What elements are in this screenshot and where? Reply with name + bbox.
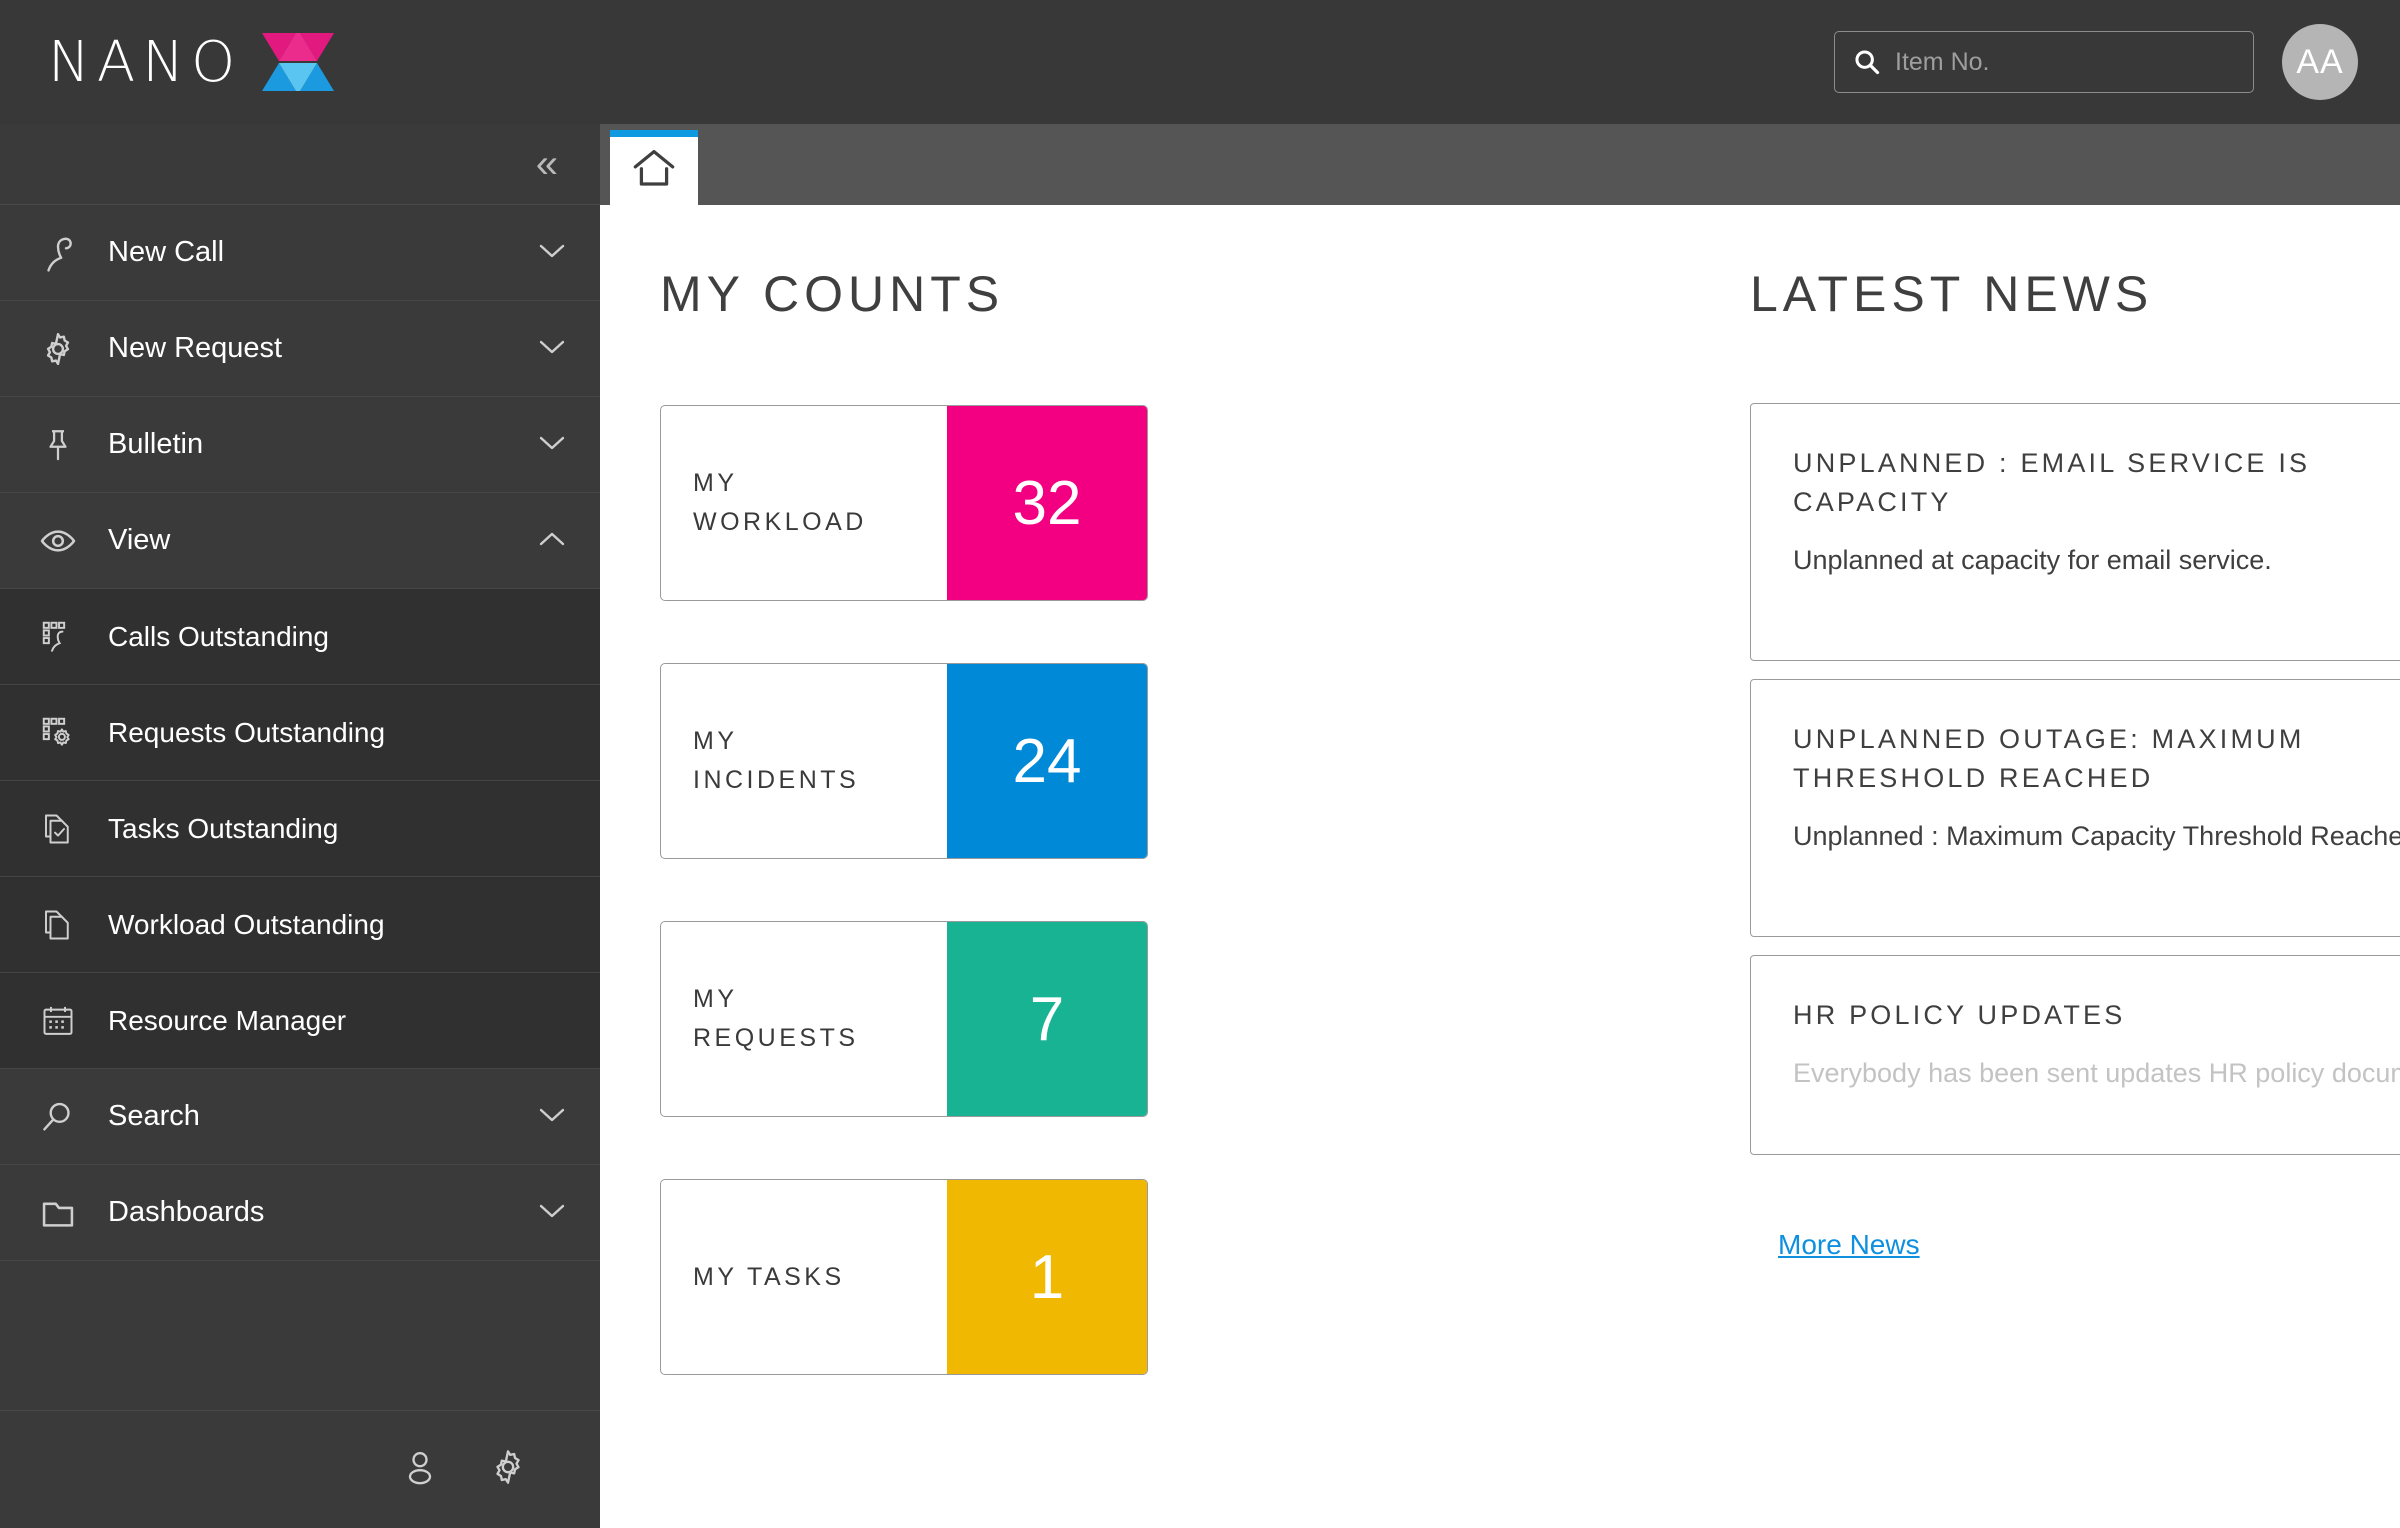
count-tile-value: 1: [947, 1180, 1147, 1374]
count-tile-my-tasks[interactable]: MY TASKS 1: [660, 1179, 1148, 1375]
sidebar-item-label: New Request: [108, 332, 283, 364]
sidebar-item-dashboards[interactable]: Dashboards: [0, 1165, 600, 1261]
more-news-link[interactable]: More News: [1778, 1229, 1920, 1261]
sidebar-item-requests-outstanding[interactable]: Requests Outstanding: [0, 685, 600, 781]
my-counts-list: MY WORKLOAD 32 MY INCIDENTS 24 MY REQUESTS …: [660, 405, 1740, 1375]
task-docs-icon: [30, 811, 86, 847]
sidebar-item-label: Bulletin: [108, 428, 204, 460]
brand-x-mark: [262, 33, 335, 91]
sidebar-item-workload-outstanding[interactable]: Workload Outstanding: [0, 877, 600, 973]
news-title-line: UNPLANNED OUTAGE: MAXIMUM: [1793, 724, 2305, 754]
sidebar-item-label: Calls Outstanding: [108, 620, 330, 652]
chevron-up-icon: [538, 529, 566, 553]
chevron-down-icon: [538, 433, 566, 457]
sidebar-item-resource-manager[interactable]: Resource Manager: [0, 973, 600, 1069]
home-icon: [633, 149, 675, 186]
my-counts-panel: MY COUNTS MY WORKLOAD 32 MY INCIDENTS 24 M…: [660, 265, 1740, 1437]
latest-news-panel: LATEST NEWS UNPLANNED : EMAIL SERVICE IS…: [1750, 265, 2400, 1261]
count-tile-label: MY INCIDENTS: [693, 727, 860, 794]
sidebar-item-label: View: [108, 524, 171, 556]
sidebar-item-new-request[interactable]: New Request: [0, 301, 600, 397]
chevron-down-icon: [538, 1105, 566, 1129]
count-tile-label: MY TASKS: [693, 1262, 845, 1291]
news-card-title: UNPLANNED : EMAIL SERVICE IS CAPACITY: [1793, 444, 2400, 522]
count-tile-label: MY WORKLOAD: [693, 469, 867, 536]
top-bar: NANO AA: [0, 0, 2400, 124]
tab-strip: [600, 124, 2400, 205]
brand-logo[interactable]: NANO: [48, 30, 336, 95]
news-title-line: HR POLICY UPDATES: [1793, 1000, 2126, 1030]
news-title-line: CAPACITY: [1793, 487, 1952, 518]
magnifier-icon: [30, 1098, 86, 1136]
folder-icon: [30, 1194, 86, 1232]
chevron-double-left-icon: «: [535, 142, 558, 186]
news-card-body: Unplanned : Maximum Capacity Threshold R…: [1793, 821, 2400, 852]
news-card-title: HR POLICY UPDATES: [1793, 996, 2400, 1035]
sidebar: « New Call New Request Bulletin View Cal…: [0, 124, 600, 1528]
chevron-down-icon: [538, 241, 566, 265]
sidebar-item-label: Workload Outstanding: [108, 908, 385, 940]
chevron-down-icon: [538, 337, 566, 361]
eye-icon: [30, 521, 86, 561]
sidebar-item-label: Tasks Outstanding: [108, 812, 339, 844]
count-tile-my-workload[interactable]: MY WORKLOAD 32: [660, 405, 1148, 601]
news-card-body: Everybody has been sent updates HR polic…: [1793, 1058, 2400, 1089]
my-counts-title: MY COUNTS: [660, 266, 1005, 322]
brand-name: NANO: [48, 29, 243, 95]
tab-home[interactable]: [610, 130, 698, 205]
calls-grid-icon: [30, 619, 86, 655]
count-tile-label: MY REQUESTS: [693, 985, 859, 1052]
sidebar-item-label: Search: [108, 1100, 200, 1132]
count-tile-value: 24: [947, 664, 1147, 858]
gear-icon[interactable]: [488, 1447, 528, 1492]
sidebar-collapse-button[interactable]: «: [0, 124, 600, 205]
sidebar-item-search[interactable]: Search: [0, 1069, 600, 1165]
avatar[interactable]: AA: [2282, 24, 2358, 100]
app-root: NANO AA «: [0, 0, 2400, 1528]
sidebar-item-label: Resource Manager: [108, 1004, 347, 1036]
sidebar-footer: [0, 1410, 600, 1528]
news-card[interactable]: UNPLANNED OUTAGE: MAXIMUM THRESHOLD REAC…: [1750, 679, 2400, 937]
docs-icon: [30, 907, 86, 943]
sidebar-item-label: New Call: [108, 236, 225, 268]
pin-icon: [30, 427, 86, 463]
news-title-line: UNPLANNED : EMAIL SERVICE IS: [1793, 448, 2311, 478]
gear-icon: [30, 330, 86, 368]
person-icon[interactable]: [400, 1447, 440, 1492]
count-tile-value: 32: [947, 406, 1147, 600]
requests-grid-icon: [30, 715, 86, 751]
count-tile-my-incidents[interactable]: MY INCIDENTS 24: [660, 663, 1148, 859]
phone-icon: [30, 234, 86, 272]
sidebar-item-label: Requests Outstanding: [108, 716, 386, 748]
top-bar-right: AA: [1834, 0, 2358, 124]
chevron-down-icon: [538, 1201, 566, 1225]
search-input[interactable]: [1895, 47, 2235, 77]
news-title-line: THRESHOLD REACHED: [1793, 763, 2154, 794]
search-icon: [1855, 50, 1880, 75]
main-content: MY COUNTS MY WORKLOAD 32 MY INCIDENTS 24 M…: [600, 205, 2400, 1528]
sidebar-item-bulletin[interactable]: Bulletin: [0, 397, 600, 493]
sidebar-nav: New Call New Request Bulletin View Calls…: [0, 205, 600, 1410]
latest-news-title: LATEST NEWS: [1750, 266, 2154, 322]
news-card-body: Unplanned at capacity for email service.: [1793, 545, 2272, 576]
news-card-title: UNPLANNED OUTAGE: MAXIMUM THRESHOLD REAC…: [1793, 720, 2400, 798]
sidebar-item-new-call[interactable]: New Call: [0, 205, 600, 301]
calendar-icon: [30, 1003, 86, 1039]
sidebar-item-label: Dashboards: [108, 1196, 265, 1228]
global-search-box[interactable]: [1834, 31, 2254, 93]
news-card[interactable]: UNPLANNED : EMAIL SERVICE IS CAPACITY Un…: [1750, 403, 2400, 661]
sidebar-item-view[interactable]: View: [0, 493, 600, 589]
latest-news-list: UNPLANNED : EMAIL SERVICE IS CAPACITY Un…: [1750, 403, 2400, 1155]
news-card[interactable]: HR POLICY UPDATES Everybody has been sen…: [1750, 955, 2400, 1155]
count-tile-value: 7: [947, 922, 1147, 1116]
sidebar-item-calls-outstanding[interactable]: Calls Outstanding: [0, 589, 600, 685]
count-tile-my-requests[interactable]: MY REQUESTS 7: [660, 921, 1148, 1117]
sidebar-item-tasks-outstanding[interactable]: Tasks Outstanding: [0, 781, 600, 877]
